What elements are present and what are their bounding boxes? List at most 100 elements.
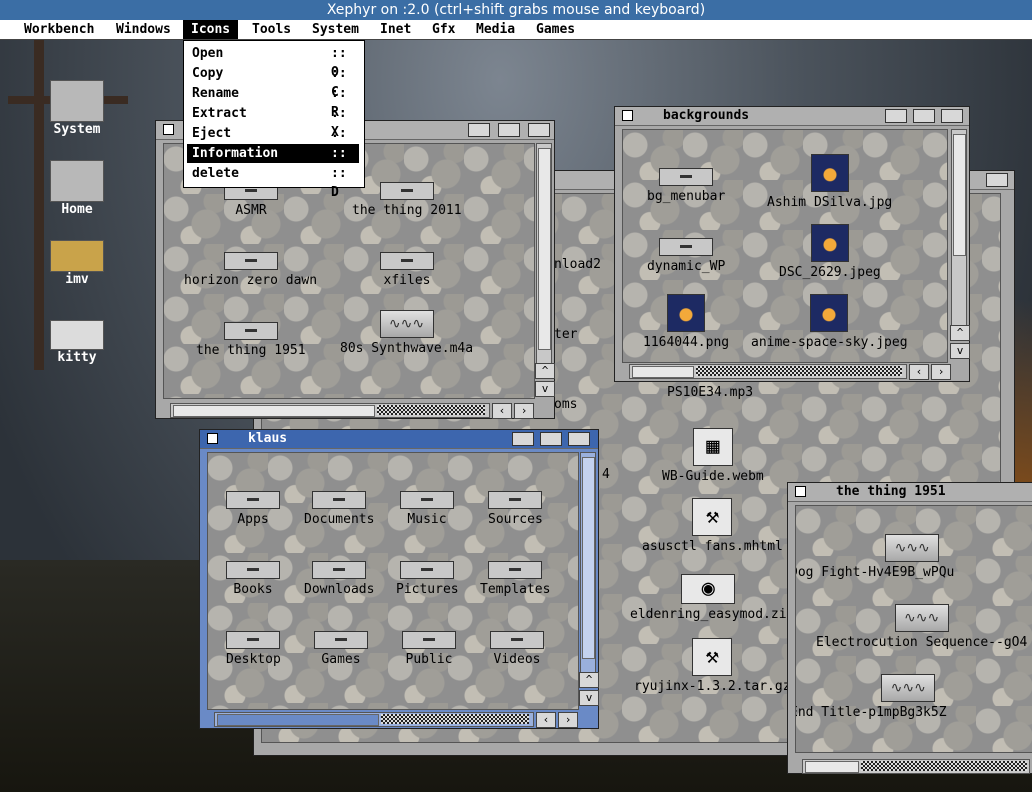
audio-file-electrocution[interactable]: ∿∿∿ Electrocution Sequence--gO4	[816, 604, 1027, 650]
menu-tools[interactable]: Tools	[244, 20, 299, 39]
folder-icon-apps[interactable]: Apps	[226, 491, 280, 527]
scroll-left-arrow[interactable]: ‹	[492, 403, 512, 419]
file-icon-mhtml[interactable]: ⚒ asusctl fans.mhtml	[642, 498, 783, 554]
window-title-bar[interactable]: klaus	[200, 430, 598, 449]
window-title-bar[interactable]: backgrounds	[615, 107, 969, 126]
horizontal-scrollbar[interactable]	[170, 403, 490, 418]
menu-item-extract[interactable]: Extract:: X	[187, 104, 359, 140]
menu-inet[interactable]: Inet	[372, 20, 419, 39]
depth-button[interactable]	[528, 123, 550, 137]
scroll-left-arrow[interactable]: ‹	[536, 712, 556, 728]
scroll-knob[interactable]	[953, 134, 966, 256]
desktop-icon-home[interactable]: Home	[42, 160, 112, 217]
image-icon-anime[interactable]: anime-space-sky.jpeg	[751, 294, 908, 350]
menu-media[interactable]: Media	[468, 20, 523, 39]
folder-icon-horizon[interactable]: horizon zero dawn	[184, 252, 317, 288]
menu-windows[interactable]: Windows	[108, 20, 179, 39]
folder-icon-templates[interactable]: Templates	[480, 561, 550, 597]
desktop-icon-imv[interactable]: imv	[42, 240, 112, 287]
close-button[interactable]	[795, 486, 806, 497]
scroll-up-arrow[interactable]: ^	[950, 325, 970, 341]
scroll-right-arrow[interactable]: ›	[558, 712, 578, 728]
folder-icon-thing2011[interactable]: the thing 2011	[352, 182, 462, 218]
backgrounds-window[interactable]: backgrounds bg_menubar Ashim DSilva.jpg …	[614, 106, 970, 382]
menu-system[interactable]: System	[304, 20, 367, 39]
scroll-left-arrow[interactable]: ‹	[909, 364, 929, 380]
close-button[interactable]	[163, 124, 174, 135]
folder-icon-games[interactable]: Games	[314, 631, 368, 667]
folder-icon-books[interactable]: Books	[226, 561, 280, 597]
scroll-up-arrow[interactable]: ^	[535, 363, 555, 379]
file-icon[interactable]: oms	[554, 394, 577, 412]
vertical-scrollbar[interactable]	[536, 143, 552, 373]
zoom-button[interactable]	[540, 432, 562, 446]
horizontal-scrollbar[interactable]	[214, 712, 534, 727]
scroll-right-arrow[interactable]: ›	[514, 403, 534, 419]
folder-icon-desktop[interactable]: Desktop	[226, 631, 281, 667]
scroll-knob[interactable]	[173, 405, 375, 417]
menu-item-copy[interactable]: Copy:: C	[187, 64, 359, 100]
scroll-down-arrow[interactable]: v	[950, 343, 970, 359]
file-icon-tar[interactable]: ⚒ ryujinx-1.3.2.tar.gz	[634, 638, 791, 694]
image-icon-ashim[interactable]: Ashim DSilva.jpg	[767, 154, 892, 210]
thing-1951-window[interactable]: the thing 1951 ∿∿∿ Dog Fight-Hv4E9B_wPQu …	[787, 482, 1032, 774]
folder-icon-thing1951[interactable]: the thing 1951	[196, 322, 306, 358]
depth-button[interactable]	[568, 432, 590, 446]
scroll-knob[interactable]	[805, 761, 859, 773]
vertical-scrollbar[interactable]	[951, 129, 967, 327]
audio-file-dogfight[interactable]: ∿∿∿ Dog Fight-Hv4E9B_wPQu	[796, 534, 954, 580]
image-icon-1164044[interactable]: 1164044.png	[643, 294, 729, 350]
folder-icon-downloads[interactable]: Downloads	[304, 561, 374, 597]
window-title-bar[interactable]: the thing 1951	[788, 483, 1032, 502]
menu-workbench[interactable]: Workbench	[16, 20, 102, 39]
file-icon-m4a[interactable]: ∿∿∿ 80s Synthwave.m4a	[340, 310, 473, 356]
iconify-button[interactable]	[468, 123, 490, 137]
menu-item-rename[interactable]: Rename:: R	[187, 84, 359, 120]
scroll-down-arrow[interactable]: v	[535, 381, 555, 397]
file-icon-webm[interactable]: ▦ WB-Guide.webm	[662, 428, 764, 484]
folder-icon-sources[interactable]: Sources	[488, 491, 543, 527]
folder-icon-xfiles[interactable]: xfiles	[380, 252, 434, 288]
scroll-right-arrow[interactable]: ›	[931, 364, 951, 380]
file-icon-zip[interactable]: ◉ eldenring_easymod.zi	[630, 574, 787, 622]
horizontal-scrollbar[interactable]	[802, 759, 1030, 774]
file-icon-bg-menubar[interactable]: bg_menubar	[647, 168, 725, 204]
audio-file-endtitle[interactable]: ∿∿∿ End Title-p1mpBg3k5Z	[796, 674, 947, 720]
file-icon[interactable]: ter	[554, 324, 577, 342]
desktop-icon-kitty[interactable]: kitty	[42, 320, 112, 365]
menu-item-delete[interactable]: delete:: D	[187, 164, 359, 200]
scroll-knob[interactable]	[538, 148, 551, 350]
folder-icon-documents[interactable]: Documents	[304, 491, 374, 527]
scroll-up-arrow[interactable]: ^	[579, 672, 599, 688]
close-button[interactable]	[207, 433, 218, 444]
folder-icon-public[interactable]: Public	[402, 631, 456, 667]
folder-icon-videos[interactable]: Videos	[490, 631, 544, 667]
scroll-knob[interactable]	[217, 714, 379, 726]
depth-button[interactable]	[986, 173, 1008, 187]
folder-icon-music[interactable]: Music	[400, 491, 454, 527]
file-icon[interactable]: nload2	[554, 254, 601, 272]
menu-icons[interactable]: Icons	[183, 20, 239, 39]
folder-icon-pictures[interactable]: Pictures	[396, 561, 459, 597]
menu-item-eject[interactable]: Eject:: Y	[187, 124, 359, 160]
desktop-icon-system[interactable]: System	[42, 80, 112, 137]
horizontal-scrollbar[interactable]	[629, 364, 907, 379]
depth-button[interactable]	[941, 109, 963, 123]
menu-item-open[interactable]: Open:: O	[187, 44, 359, 80]
zoom-button[interactable]	[913, 109, 935, 123]
file-icon-dynamic-wp[interactable]: dynamic_WP	[647, 238, 725, 274]
iconify-button[interactable]	[885, 109, 907, 123]
menu-item-information[interactable]: Information:: I	[187, 144, 359, 180]
image-icon-dsc[interactable]: DSC_2629.jpeg	[779, 224, 881, 280]
file-icon[interactable]: 4	[602, 464, 610, 482]
scroll-knob[interactable]	[632, 366, 694, 378]
zoom-button[interactable]	[498, 123, 520, 137]
scroll-knob[interactable]	[582, 457, 595, 659]
close-button[interactable]	[622, 110, 633, 121]
vertical-scrollbar[interactable]	[580, 452, 596, 680]
klaus-window[interactable]: klaus Apps Documents Music Sources Books…	[199, 429, 599, 729]
iconify-button[interactable]	[512, 432, 534, 446]
menu-gfx[interactable]: Gfx	[424, 20, 463, 39]
scroll-down-arrow[interactable]: v	[579, 690, 599, 706]
menu-games[interactable]: Games	[528, 20, 583, 39]
